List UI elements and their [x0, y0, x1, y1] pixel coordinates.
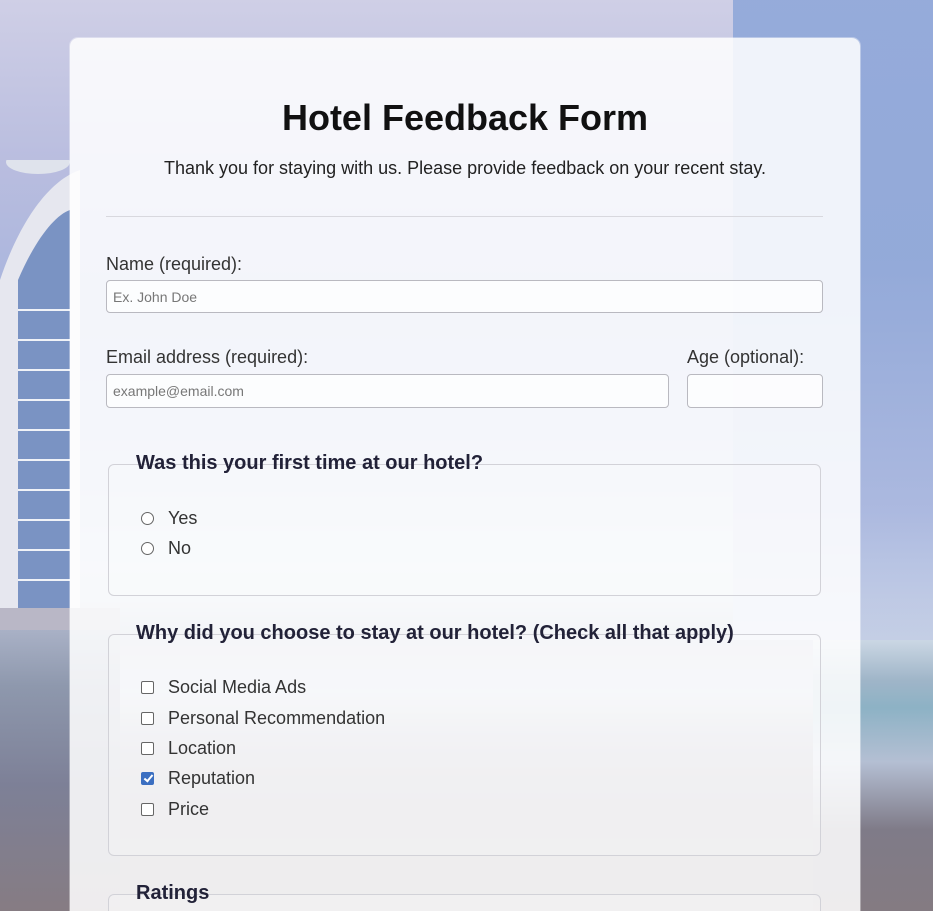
feedback-form-card: Hotel Feedback Form Thank you for stayin… [70, 38, 860, 911]
reputation-label: Reputation [168, 767, 256, 788]
name-label: Name (required): [106, 254, 243, 274]
price-label: Price [168, 798, 210, 819]
age-input[interactable] [687, 374, 823, 408]
reason-option-location[interactable]: Location [141, 737, 236, 759]
location-label: Location [168, 737, 237, 758]
name-input[interactable] [106, 280, 823, 313]
age-label: Age (optional): [687, 347, 805, 367]
first-time-option-no[interactable]: No [141, 537, 191, 559]
no-label: No [168, 537, 192, 558]
ratings-legend: Ratings [136, 882, 210, 904]
first-time-fieldset [108, 464, 821, 596]
ratings-fieldset [108, 894, 821, 911]
page-subtitle: Thank you for staying with us. Please pr… [164, 158, 766, 178]
social-media-ads-checkbox[interactable] [141, 680, 154, 694]
email-label: Email address (required): [106, 347, 309, 367]
personal-recommendation-label: Personal Recommendation [168, 707, 386, 728]
page-title: Hotel Feedback Form [281, 97, 649, 138]
email-input[interactable] [106, 374, 669, 408]
social-media-ads-label: Social Media Ads [168, 676, 307, 697]
yes-radio[interactable] [141, 511, 154, 525]
yes-label: Yes [168, 507, 198, 528]
header-divider [106, 216, 823, 217]
reason-option-reputation[interactable]: Reputation [141, 767, 255, 789]
no-radio[interactable] [141, 541, 154, 555]
first-time-option-yes[interactable]: Yes [141, 507, 197, 529]
reasons-legend: Why did you choose to stay at our hotel?… [136, 622, 734, 644]
reason-option-social-media-ads[interactable]: Social Media Ads [141, 676, 306, 698]
first-time-legend: Was this your first time at our hotel? [136, 452, 484, 474]
price-checkbox[interactable] [141, 802, 154, 816]
reason-option-price[interactable]: Price [141, 798, 209, 820]
personal-recommendation-checkbox[interactable] [141, 711, 154, 725]
reputation-checkbox[interactable] [141, 771, 154, 785]
reason-option-personal-recommendation[interactable]: Personal Recommendation [141, 707, 385, 729]
location-checkbox[interactable] [141, 741, 154, 755]
